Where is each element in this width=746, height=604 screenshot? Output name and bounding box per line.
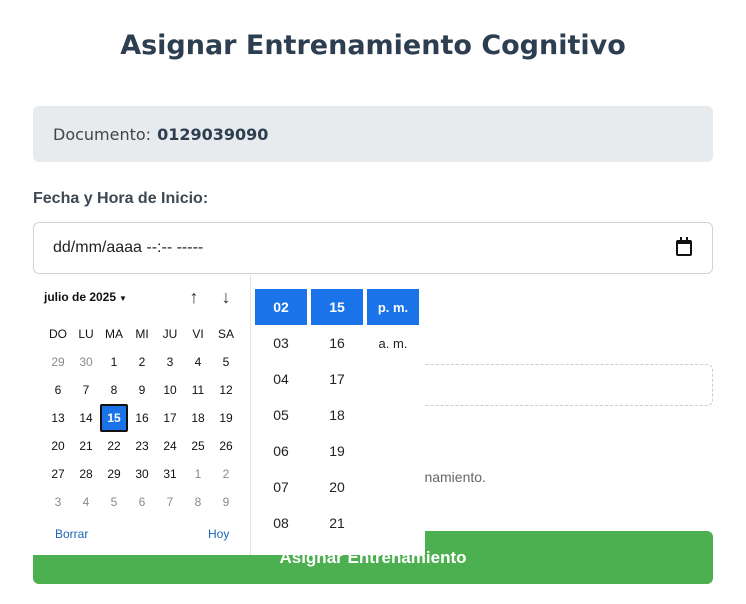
next-month-arrow-icon[interactable]: ↓ [216,287,236,307]
weekday-header: LU [78,327,94,341]
hour-option[interactable]: 02 [255,289,307,325]
calendar-panel: julio de 2025 ▼ ↑ ↓ DO LU MA MI JU VI SA 29 30 1 2 3… [33,275,251,555]
calendar-day[interactable]: 23 [128,432,156,460]
calendar-day[interactable]: 5 [100,488,128,516]
calendar-day[interactable]: 14 [72,404,100,432]
hour-option[interactable]: 08 [255,505,307,541]
calendar-week-row: 27 28 29 30 31 1 2 [44,460,240,488]
clear-button[interactable]: Borrar [55,527,88,541]
calendar-day[interactable]: 26 [212,432,240,460]
calendar-day[interactable]: 15 [100,404,128,432]
datetime-label: Fecha y Hora de Inicio: [33,190,209,207]
calendar-day[interactable]: 30 [72,348,100,376]
calendar-day[interactable]: 25 [184,432,212,460]
calendar-day[interactable]: 13 [44,404,72,432]
calendar-day[interactable]: 5 [212,348,240,376]
month-label: julio de 2025 [44,290,117,304]
calendar-day[interactable]: 20 [44,432,72,460]
weekday-header: MA [105,327,123,341]
weekday-header: MI [135,327,149,341]
weekday-header: VI [192,327,204,341]
hour-option[interactable]: 04 [255,361,307,397]
document-value: 0129039090 [157,124,269,144]
calendar-day[interactable]: 24 [156,432,184,460]
calendar-icon[interactable] [676,237,692,256]
calendar-week-row: 13 14 15 16 17 18 19 [44,404,240,432]
document-label: Documento: [53,124,152,144]
month-selector[interactable]: julio de 2025 ▼ [44,290,127,304]
ampm-column: p. m. a. m. [367,289,419,361]
today-button[interactable]: Hoy [208,527,229,541]
minute-option[interactable]: 15 [311,289,363,325]
hour-option[interactable]: 05 [255,397,307,433]
calendar-day[interactable]: 1 [184,460,212,488]
ampm-option[interactable]: a. m. [367,325,419,361]
previous-month-arrow-icon[interactable]: ↑ [184,287,204,307]
calendar-day[interactable]: 2 [128,348,156,376]
hour-option[interactable]: 06 [255,433,307,469]
hour-column: 02 03 04 05 06 07 08 [255,289,307,541]
minute-option[interactable]: 21 [311,505,363,541]
minute-option[interactable]: 20 [311,469,363,505]
ampm-option[interactable]: p. m. [367,289,419,325]
calendar-day[interactable]: 1 [100,348,128,376]
calendar-day[interactable]: 6 [44,376,72,404]
calendar-day[interactable]: 4 [72,488,100,516]
calendar-day[interactable]: 12 [212,376,240,404]
datetime-placeholder: dd/mm/aaaa --:-- ----- [53,239,204,256]
calendar-day[interactable]: 6 [128,488,156,516]
datetime-picker: julio de 2025 ▼ ↑ ↓ DO LU MA MI JU VI SA 29 30 1 2 3… [33,275,425,555]
document-info: Documento: 0129039090 [33,106,713,162]
calendar-day[interactable]: 3 [156,348,184,376]
minute-option[interactable]: 16 [311,325,363,361]
calendar-day[interactable]: 30 [128,460,156,488]
calendar-day[interactable]: 28 [72,460,100,488]
hour-option[interactable]: 07 [255,469,307,505]
weekday-header: SA [217,327,234,341]
calendar-day[interactable]: 4 [184,348,212,376]
calendar-day[interactable]: 2 [212,460,240,488]
minute-option[interactable]: 18 [311,397,363,433]
calendar-week-row: 6 7 8 9 10 11 12 [44,376,240,404]
calendar-day[interactable]: 3 [44,488,72,516]
calendar-day[interactable]: 16 [128,404,156,432]
calendar-day[interactable]: 29 [100,460,128,488]
calendar-grid: DO LU MA MI JU VI SA 29 30 1 2 3 4 5 6 7 8 9 10 11 12 13 14 15 1… [44,320,240,516]
calendar-day[interactable]: 27 [44,460,72,488]
weekday-header: JU [162,327,178,341]
calendar-day[interactable]: 31 [156,460,184,488]
calendar-day[interactable]: 29 [44,348,72,376]
minute-column: 15 16 17 18 19 20 21 [311,289,363,541]
calendar-day[interactable]: 18 [184,404,212,432]
calendar-day[interactable]: 9 [212,488,240,516]
minute-option[interactable]: 19 [311,433,363,469]
calendar-day[interactable]: 7 [156,488,184,516]
calendar-week-row: 29 30 1 2 3 4 5 [44,348,240,376]
caret-down-icon: ▼ [119,294,127,303]
calendar-day[interactable]: 7 [72,376,100,404]
background-input[interactable] [420,364,713,406]
calendar-day[interactable]: 17 [156,404,184,432]
calendar-day[interactable]: 8 [184,488,212,516]
calendar-day[interactable]: 10 [156,376,184,404]
calendar-day[interactable]: 21 [72,432,100,460]
weekday-header: DO [49,327,67,341]
page-title: Asignar Entrenamiento Cognitivo [120,30,626,61]
calendar-week-row: 20 21 22 23 24 25 26 [44,432,240,460]
hour-option[interactable]: 03 [255,325,307,361]
minute-option[interactable]: 17 [311,361,363,397]
calendar-day[interactable]: 22 [100,432,128,460]
calendar-day[interactable]: 11 [184,376,212,404]
calendar-week-row: 3456789 [44,488,240,516]
datetime-input[interactable]: dd/mm/aaaa --:-- ----- [33,222,713,274]
calendar-day[interactable]: 9 [128,376,156,404]
calendar-day[interactable]: 8 [100,376,128,404]
calendar-day[interactable]: 19 [212,404,240,432]
